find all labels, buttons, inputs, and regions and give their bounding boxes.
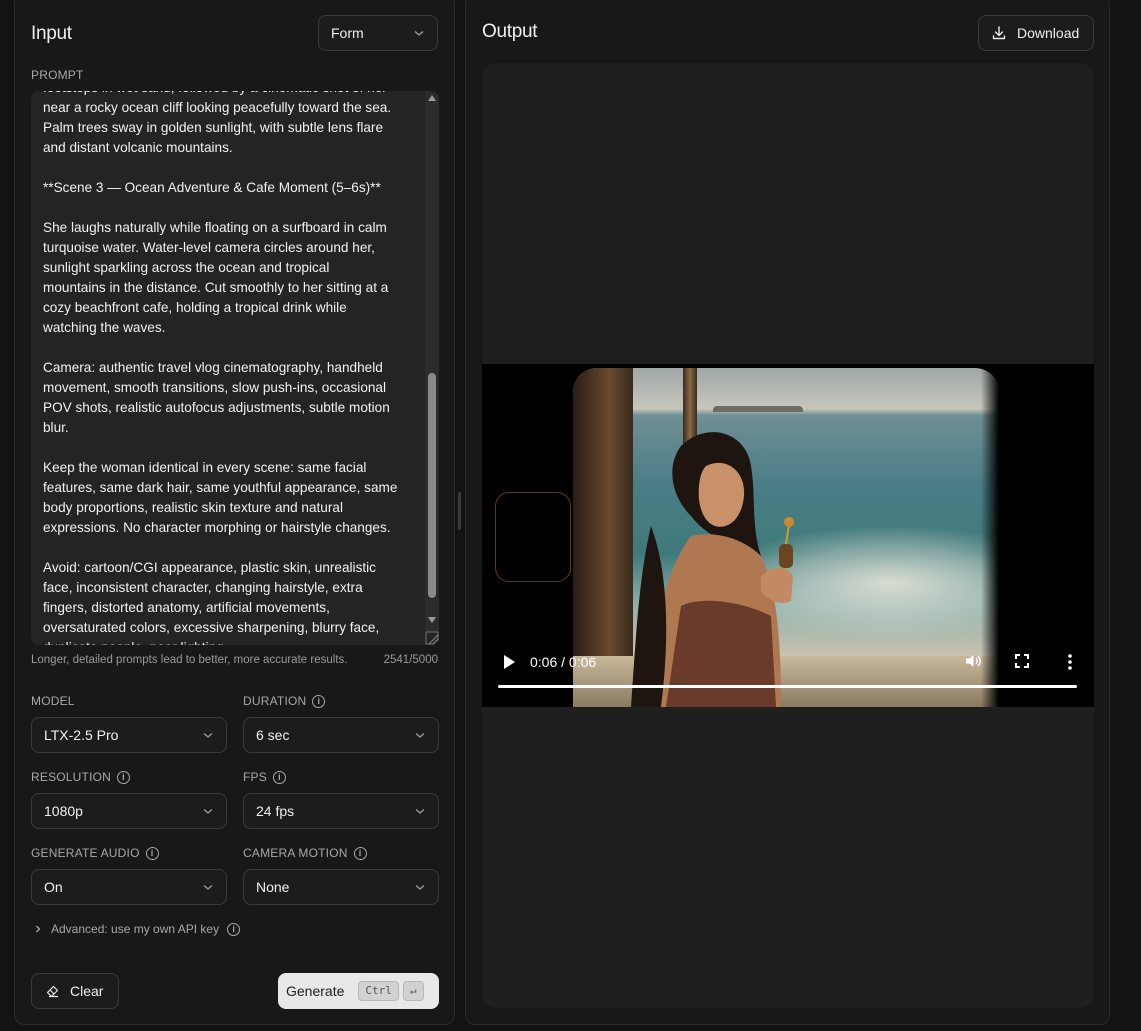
camera-motion-select-value: None xyxy=(256,879,290,895)
generate-audio-select-value: On xyxy=(44,879,63,895)
resolution-select-value: 1080p xyxy=(44,803,83,819)
generate-audio-label: GENERATE AUDIO i xyxy=(31,846,159,860)
video-controls: 0:06 / 0:06 xyxy=(482,640,1094,707)
input-title: Input xyxy=(31,23,72,44)
camera-motion-label: CAMERA MOTION i xyxy=(243,846,367,860)
model-select[interactable]: LTX-2.5 Pro xyxy=(31,717,227,753)
generate-audio-label-text: GENERATE AUDIO xyxy=(31,846,140,860)
generate-label: Generate xyxy=(286,983,345,999)
clear-label: Clear xyxy=(70,983,104,999)
camera-motion-label-text: CAMERA MOTION xyxy=(243,846,348,860)
fps-label: FPS i xyxy=(243,770,286,784)
chevron-down-icon xyxy=(415,808,425,814)
mode-select-value: Form xyxy=(331,25,364,41)
advanced-toggle[interactable]: Advanced: use my own API key i xyxy=(33,922,241,936)
resolution-label-text: RESOLUTION xyxy=(31,770,112,784)
model-label-text: MODEL xyxy=(31,694,75,708)
download-label: Download xyxy=(1017,25,1080,41)
advanced-label: Advanced: use my own API key xyxy=(51,922,220,936)
scroll-up-icon[interactable] xyxy=(428,95,436,101)
camera-motion-select[interactable]: None xyxy=(243,869,439,905)
input-panel: Input Form PROMPT footsteps in wet sand,… xyxy=(14,0,455,1025)
island-shape xyxy=(713,406,803,412)
generate-button[interactable]: Generate Ctrl ↵ xyxy=(278,973,439,1009)
play-icon[interactable] xyxy=(502,654,516,670)
info-icon[interactable]: i xyxy=(145,846,159,860)
char-count: 2541/5000 xyxy=(383,654,438,666)
fps-select-value: 24 fps xyxy=(256,803,295,819)
scrollbar-thumb[interactable] xyxy=(428,373,436,598)
enter-key-icon: ↵ xyxy=(402,981,424,1001)
prompt-textarea[interactable]: footsteps in wet sand, followed by a cin… xyxy=(31,91,439,645)
duration-select[interactable]: 6 sec xyxy=(243,717,439,753)
chevron-down-icon xyxy=(203,808,213,814)
fps-select[interactable]: 24 fps xyxy=(243,793,439,829)
fullscreen-icon[interactable] xyxy=(1014,653,1030,669)
duration-select-value: 6 sec xyxy=(256,727,290,743)
panel-resize-handle[interactable] xyxy=(458,492,461,530)
generate-audio-select[interactable]: On xyxy=(31,869,227,905)
more-options-icon[interactable] xyxy=(1062,653,1078,671)
scroll-down-icon[interactable] xyxy=(428,617,436,623)
info-icon[interactable]: i xyxy=(117,770,131,784)
chevron-down-icon xyxy=(415,884,425,890)
clear-button[interactable]: Clear xyxy=(31,973,119,1009)
ctrl-key: Ctrl xyxy=(358,981,399,1001)
chevron-down-icon xyxy=(203,884,213,890)
resolution-label: RESOLUTION i xyxy=(31,770,131,784)
output-area: 0:06 / 0:06 xyxy=(482,63,1094,1008)
chevron-down-icon xyxy=(414,30,424,36)
video-time: 0:06 / 0:06 xyxy=(530,654,597,670)
prompt-hint: Longer, detailed prompts lead to better,… xyxy=(31,654,348,666)
model-select-value: LTX-2.5 Pro xyxy=(44,727,119,743)
chevron-right-icon xyxy=(36,925,41,933)
duration-label: DURATION i xyxy=(243,694,326,708)
mode-select[interactable]: Form xyxy=(318,15,438,51)
download-icon xyxy=(992,26,1006,40)
video-progress-bar[interactable] xyxy=(498,685,1077,688)
prompt-text[interactable]: footsteps in wet sand, followed by a cin… xyxy=(43,91,413,645)
chevron-down-icon xyxy=(203,732,213,738)
info-icon[interactable]: i xyxy=(312,694,326,708)
prompt-label: PROMPT xyxy=(31,68,84,82)
download-button[interactable]: Download xyxy=(978,15,1094,51)
info-icon[interactable]: i xyxy=(272,770,286,784)
info-icon[interactable]: i xyxy=(227,922,241,936)
eraser-icon xyxy=(46,985,59,998)
prompt-label-text: PROMPT xyxy=(31,68,84,82)
duration-label-text: DURATION xyxy=(243,694,307,708)
model-label: MODEL xyxy=(31,694,75,708)
chevron-down-icon xyxy=(415,732,425,738)
prompt-scrollbar[interactable] xyxy=(425,91,439,645)
fps-label-text: FPS xyxy=(243,770,267,784)
info-icon[interactable]: i xyxy=(353,846,367,860)
output-panel: Output Download 0:06 / 0:06 xyxy=(465,0,1110,1025)
video-player[interactable]: 0:06 / 0:06 xyxy=(482,364,1094,707)
volume-icon[interactable] xyxy=(964,652,982,670)
resize-grip-icon[interactable] xyxy=(425,631,439,645)
output-title: Output xyxy=(482,21,538,42)
resolution-select[interactable]: 1080p xyxy=(31,793,227,829)
picture-in-picture-window xyxy=(495,492,571,582)
